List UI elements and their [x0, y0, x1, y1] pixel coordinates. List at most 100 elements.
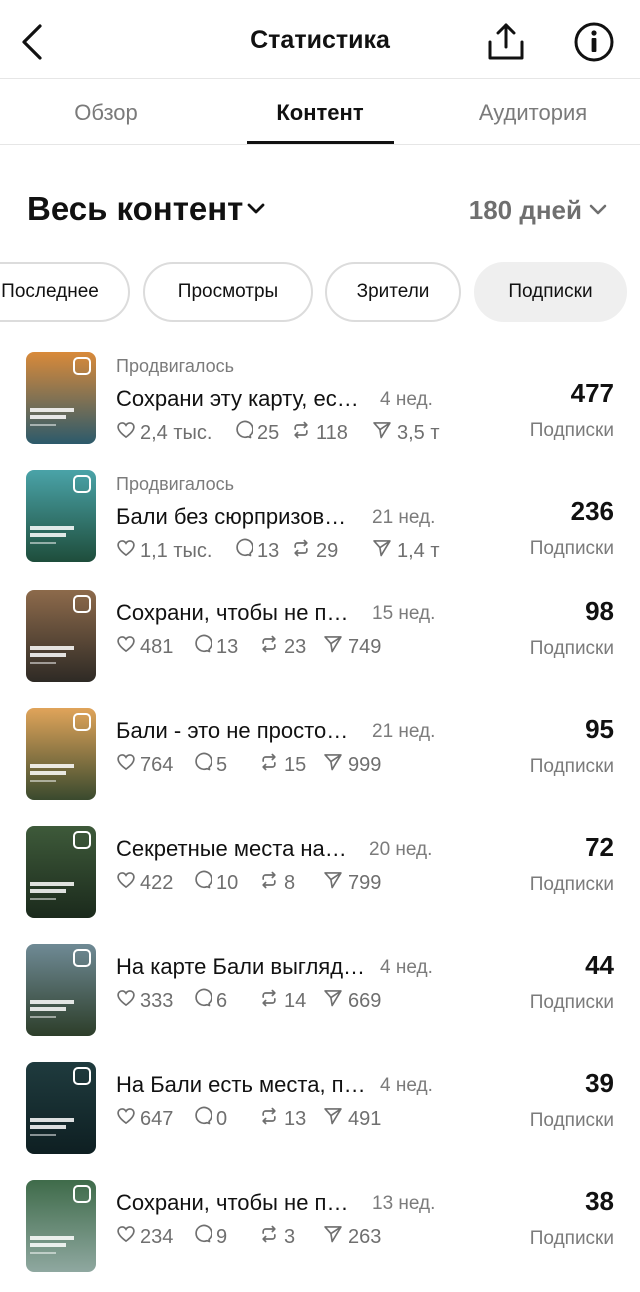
post-title: Секретные места на…	[116, 836, 347, 861]
reposts-count: 23	[284, 635, 307, 658]
share-icon	[371, 420, 397, 446]
share-icon	[322, 988, 348, 1014]
tab-overview[interactable]: Обзор	[36, 100, 176, 126]
post-thumbnail[interactable]	[26, 826, 96, 918]
post-thumbnail[interactable]	[26, 352, 96, 444]
comments-stat: 13	[192, 634, 238, 660]
comments-stat: 13	[233, 538, 279, 564]
post-age: 20 нед.	[369, 839, 433, 860]
follows-value: 39	[585, 1068, 614, 1098]
post-stats: 764 5 15 999	[116, 752, 440, 778]
post-thumbnail[interactable]	[26, 470, 96, 562]
post-thumbnail[interactable]	[26, 708, 96, 800]
post-row[interactable]: Секретные места на… 20 нед. 422 10 8 799 …	[0, 820, 640, 938]
likes-stat: 234	[116, 1224, 173, 1250]
chip-viewers[interactable]: Зрители	[325, 262, 461, 322]
share-icon	[322, 1106, 348, 1132]
share-icon	[322, 870, 348, 896]
heart-icon	[116, 1224, 140, 1250]
post-row[interactable]: Продвигалось Бали без сюрпризов… 21 нед. 1…	[0, 466, 640, 584]
follows-label: Подписки	[529, 538, 614, 559]
repost-icon	[258, 870, 284, 896]
shares-stat: 263	[322, 1224, 381, 1250]
share-icon[interactable]	[484, 20, 528, 64]
post-row[interactable]: На карте Бали выгляд… 4 нед. 333 6 14 669…	[0, 938, 640, 1056]
tab-audience[interactable]: Аудитория	[455, 100, 611, 126]
chip-views[interactable]: Просмотры	[143, 262, 313, 322]
heart-icon	[116, 988, 140, 1014]
sort-chips: Последнее Просмотры Зрители Подписки	[0, 262, 640, 326]
comment-icon	[192, 1224, 216, 1250]
post-row[interactable]: Бали - это не просто… 21 нед. 764 5 15 99…	[0, 702, 640, 820]
post-thumbnail[interactable]	[26, 590, 96, 682]
comments-count: 10	[216, 871, 239, 894]
chevron-down-icon[interactable]	[588, 203, 608, 217]
likes-count: 481	[140, 635, 174, 658]
shares-stat: 491	[322, 1106, 381, 1132]
post-row[interactable]: Сохрани, чтобы не п… 15 нед. 481 13 23 74…	[0, 584, 640, 702]
post-row[interactable]: Сохрани, чтобы не п… 13 нед. 234 9 3 263 …	[0, 1174, 640, 1292]
heart-icon	[116, 420, 140, 446]
content-filter-dropdown[interactable]: Весь контент	[27, 190, 243, 228]
likes-count: 2,4 тыс.	[140, 421, 213, 444]
likes-stat: 333	[116, 988, 173, 1014]
comments-stat: 9	[192, 1224, 227, 1250]
post-row[interactable]: Продвигалось Сохрани эту карту, ес… 4 нед.…	[0, 348, 640, 466]
period-dropdown[interactable]: 180 дней	[469, 195, 582, 226]
comments-count: 25	[257, 421, 280, 444]
comment-icon	[192, 988, 216, 1014]
likes-stat: 422	[116, 870, 173, 896]
repost-icon	[290, 538, 316, 564]
post-row[interactable]: На Бали есть места, п… 4 нед. 647 0 13 49…	[0, 1056, 640, 1174]
post-age: 13 нед.	[372, 1193, 436, 1214]
post-thumbnail[interactable]	[26, 944, 96, 1036]
chip-follows[interactable]: Подписки	[474, 262, 627, 322]
reposts-count: 3	[284, 1225, 296, 1248]
chevron-down-icon[interactable]	[246, 202, 266, 216]
reposts-stat: 3	[258, 1224, 295, 1250]
heart-icon	[116, 870, 140, 896]
likes-stat: 2,4 тыс.	[116, 420, 212, 446]
shares-stat: 799	[322, 870, 381, 896]
comment-icon	[192, 870, 216, 896]
reposts-count: 8	[284, 871, 296, 894]
promoted-label: Продвигалось	[116, 474, 234, 494]
follows-value: 95	[585, 714, 614, 744]
comments-count: 6	[216, 989, 228, 1012]
follows-value: 38	[585, 1186, 614, 1216]
likes-stat: 481	[116, 634, 173, 660]
comments-stat: 10	[192, 870, 238, 896]
likes-count: 1,1 тыс.	[140, 539, 213, 562]
comments-count: 0	[216, 1107, 228, 1130]
chip-latest[interactable]: Последнее	[0, 262, 130, 322]
info-icon[interactable]	[572, 20, 616, 64]
comments-count: 5	[216, 753, 228, 776]
share-icon	[322, 634, 348, 660]
post-stats: 647 0 13 491	[116, 1106, 440, 1132]
shares-count: 491	[348, 1107, 382, 1130]
post-thumbnail[interactable]	[26, 1062, 96, 1154]
post-title: Сохрани эту карту, ес…	[116, 386, 359, 411]
reposts-stat: 118	[290, 420, 348, 446]
likes-count: 764	[140, 753, 174, 776]
likes-count: 422	[140, 871, 174, 894]
reposts-stat: 14	[258, 988, 306, 1014]
shares-stat: 999	[322, 752, 381, 778]
repost-icon	[258, 634, 284, 660]
repost-icon	[258, 988, 284, 1014]
shares-stat: 3,5 т	[371, 420, 440, 446]
post-thumbnail[interactable]	[26, 1180, 96, 1272]
repost-icon	[258, 752, 284, 778]
post-stats: 481 13 23 749	[116, 634, 440, 660]
post-stats: 2,4 тыс. 25 118 3,5 т	[116, 420, 440, 446]
reposts-count: 29	[316, 539, 339, 562]
repost-icon	[258, 1106, 284, 1132]
tab-content[interactable]: Контент	[250, 100, 390, 126]
filter-row: Весь контент 180 дней	[0, 190, 640, 236]
shares-stat: 669	[322, 988, 381, 1014]
share-icon	[322, 1224, 348, 1250]
reposts-stat: 29	[290, 538, 338, 564]
shares-count: 669	[348, 989, 382, 1012]
post-title: Бали - это не просто…	[116, 718, 349, 743]
post-stats: 234 9 3 263	[116, 1224, 440, 1250]
